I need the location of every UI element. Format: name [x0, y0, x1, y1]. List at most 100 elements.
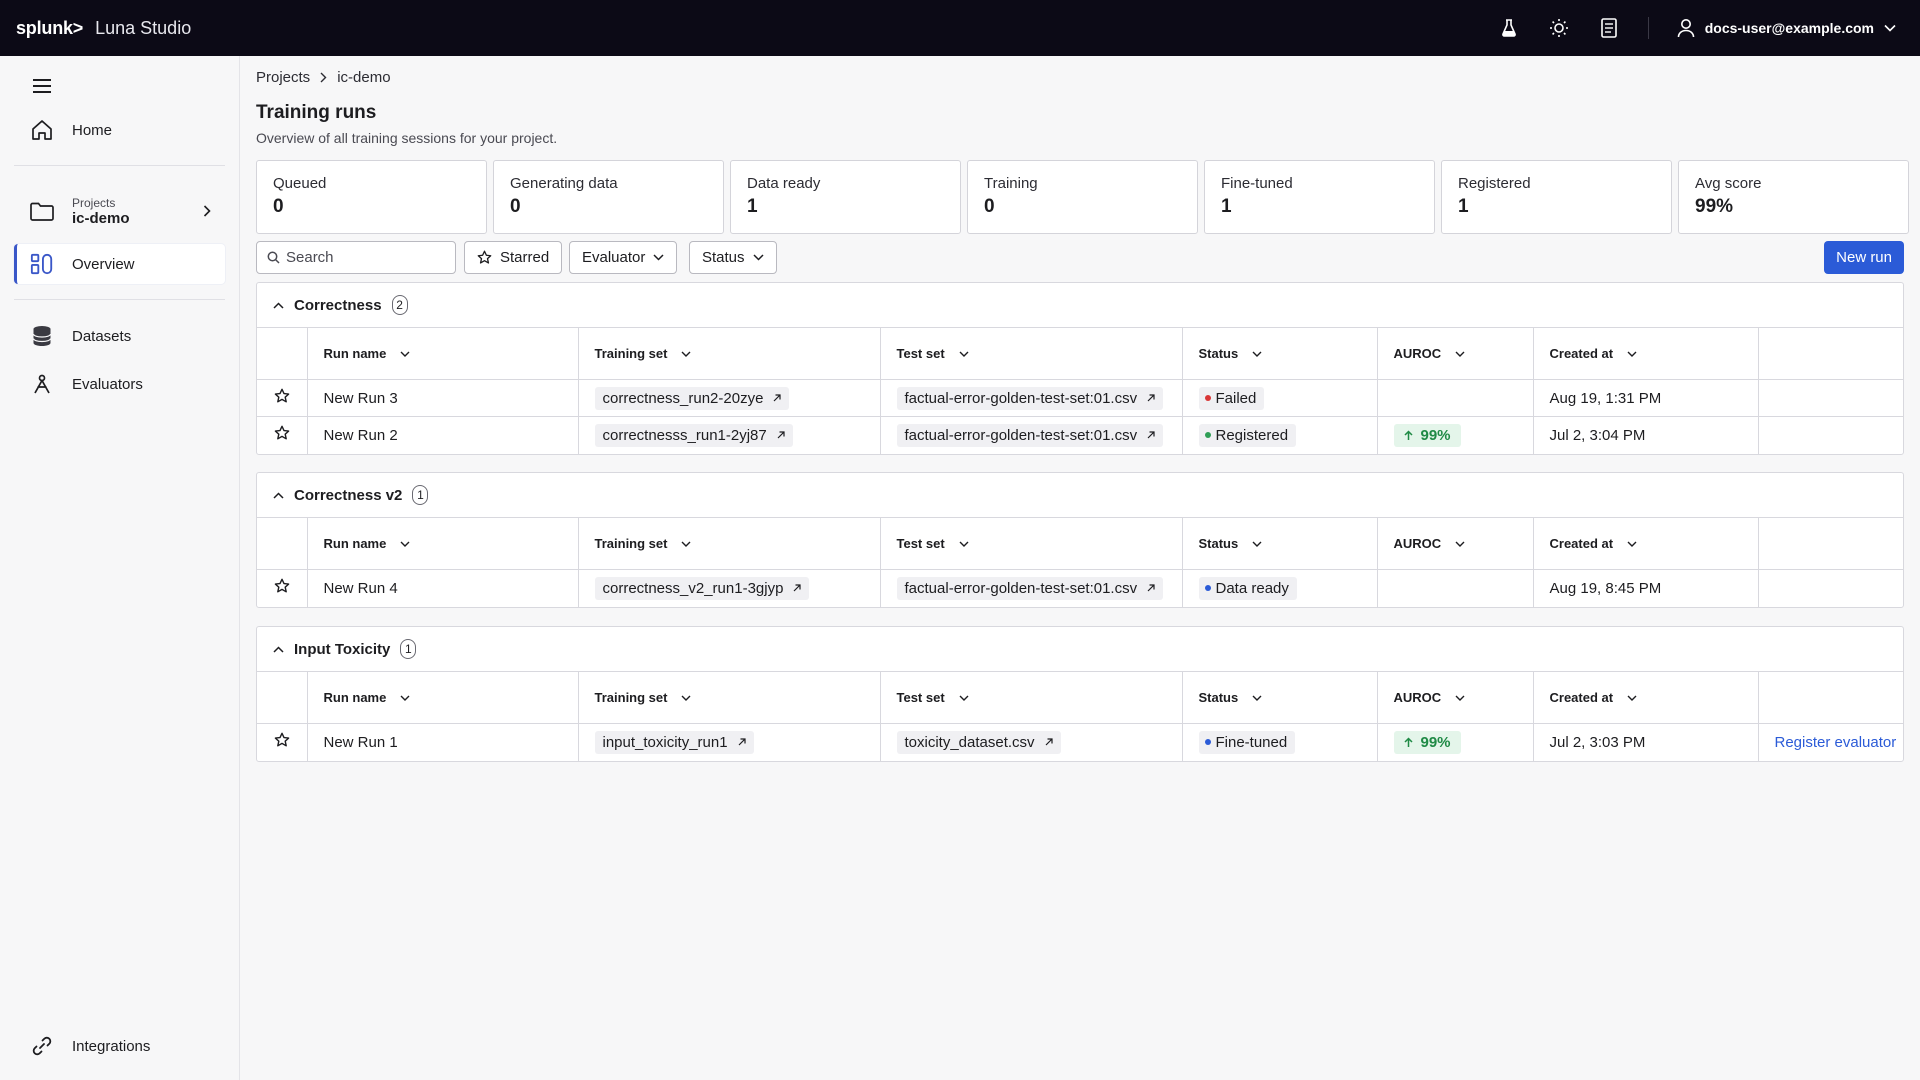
status-label: Fine-tuned: [1215, 733, 1288, 751]
column-header-training-set[interactable]: Training set: [578, 327, 881, 380]
sidebar-item-datasets[interactable]: Datasets: [14, 316, 225, 356]
group-count-badge: 1: [412, 485, 429, 505]
star-cell[interactable]: [257, 379, 308, 417]
group-header[interactable]: Correctness 2: [257, 283, 1903, 327]
chevron-right-icon: [320, 72, 327, 83]
status-filter-dropdown[interactable]: Status: [689, 241, 777, 274]
breadcrumb: Projects ic-demo: [256, 69, 391, 86]
sidebar-item-integrations[interactable]: Integrations: [14, 1026, 225, 1066]
brand-logo[interactable]: splunk>: [16, 18, 83, 39]
group-name: Input Toxicity: [294, 640, 391, 658]
test-set-link[interactable]: factual-error-golden-test-set:01.csv: [896, 423, 1164, 447]
chip-label: factual-error-golden-test-set:01.csv: [904, 426, 1138, 444]
column-header-auroc[interactable]: AUROC: [1377, 517, 1534, 570]
column-header-run-name[interactable]: Run name: [307, 517, 579, 570]
group-header[interactable]: Input Toxicity 1: [257, 627, 1903, 671]
star-cell[interactable]: [257, 569, 308, 607]
column-label: AUROC: [1393, 690, 1442, 705]
top-bar: splunk> Luna Studio docs-user@example.co…: [0, 0, 1920, 56]
column-label: Run name: [323, 346, 387, 361]
star-icon[interactable]: [274, 578, 290, 594]
score-value: 99%: [1420, 426, 1451, 444]
training-set-link[interactable]: correctness_v2_run1-3gjyp: [594, 576, 810, 600]
column-header-auroc[interactable]: AUROC: [1377, 671, 1534, 724]
divider: [1647, 17, 1649, 39]
runs-table: Run name Training set Test set Status AU…: [257, 517, 1904, 607]
test-set-link[interactable]: toxicity_dataset.csv: [896, 730, 1061, 754]
sidebar-item-label: Datasets: [72, 327, 132, 345]
star-cell[interactable]: [257, 723, 308, 761]
column-header-created-at[interactable]: Created at: [1533, 327, 1759, 380]
run-name-cell[interactable]: New Run 1: [307, 723, 579, 761]
table-row[interactable]: New Run 4 correctness_v2_run1-3gjyp fact…: [257, 569, 1904, 607]
column-label: Test set: [896, 690, 945, 705]
external-link-icon: [777, 431, 785, 439]
table-header-row: Run name Training set Test set Status AU…: [257, 671, 1904, 724]
star-icon[interactable]: [274, 388, 290, 404]
column-header-created-at[interactable]: Created at: [1533, 671, 1759, 724]
column-header-test-set[interactable]: Test set: [880, 517, 1183, 570]
stat-label: Fine-tuned: [1221, 175, 1293, 192]
sidebar-item-home[interactable]: Home: [14, 110, 225, 150]
run-name-cell[interactable]: New Run 2: [307, 416, 579, 454]
training-set-link[interactable]: correctness_run2-20zye: [594, 386, 790, 410]
runs-table: Run name Training set Test set Status AU…: [257, 671, 1904, 761]
breadcrumb-projects-link[interactable]: Projects: [256, 69, 310, 86]
sidebar-item-label: Home: [72, 121, 113, 139]
chip-label: toxicity_dataset.csv: [904, 733, 1035, 751]
column-label: Training set: [594, 346, 668, 361]
starred-filter-button[interactable]: Starred: [464, 241, 563, 274]
document-icon[interactable]: [1598, 17, 1620, 39]
test-set-link[interactable]: factual-error-golden-test-set:01.csv: [896, 576, 1164, 600]
new-run-button[interactable]: New run: [1824, 241, 1904, 274]
status-dot: [1204, 432, 1211, 439]
search-input[interactable]: [286, 249, 446, 266]
hamburger-menu-icon[interactable]: [30, 74, 54, 98]
run-name-cell[interactable]: New Run 3: [307, 379, 579, 417]
table-row[interactable]: New Run 2 correctnesss_run1-2yj87 factua…: [257, 416, 1904, 454]
training-set-link[interactable]: input_toxicity_run1: [594, 730, 754, 754]
column-header-training-set[interactable]: Training set: [578, 671, 881, 724]
column-header-run-name[interactable]: Run name: [307, 327, 579, 380]
sidebar-item-evaluators[interactable]: Evaluators: [14, 364, 225, 404]
external-link-icon: [1147, 431, 1155, 439]
evaluator-filter-dropdown[interactable]: Evaluator: [569, 241, 678, 274]
chevron-down-icon: [681, 541, 691, 547]
column-header-training-set[interactable]: Training set: [578, 517, 881, 570]
star-icon[interactable]: [274, 732, 290, 748]
column-header-status[interactable]: Status: [1182, 327, 1378, 380]
star-icon[interactable]: [274, 425, 290, 441]
column-header-test-set[interactable]: Test set: [880, 671, 1183, 724]
status-badge: Fine-tuned: [1198, 730, 1296, 754]
top-right-actions: docs-user@example.com: [1498, 17, 1904, 39]
column-label: Created at: [1549, 536, 1614, 551]
register-evaluator-link[interactable]: Register evaluator: [1775, 734, 1897, 751]
search-box[interactable]: [256, 241, 456, 274]
column-header-status[interactable]: Status: [1182, 671, 1378, 724]
auroc-cell: 99%: [1377, 723, 1534, 761]
column-header-created-at[interactable]: Created at: [1533, 517, 1759, 570]
status-cell: Failed: [1182, 379, 1378, 417]
star-cell[interactable]: [257, 416, 308, 454]
flask-icon[interactable]: [1498, 17, 1520, 39]
column-header-run-name[interactable]: Run name: [307, 671, 579, 724]
created-at-cell: Aug 19, 8:45 PM: [1533, 569, 1759, 607]
table-row[interactable]: New Run 3 correctness_run2-20zye factual…: [257, 379, 1904, 417]
table-row[interactable]: New Run 1 input_toxicity_run1 toxicity_d…: [257, 723, 1904, 761]
sidebar-item-project[interactable]: Projects ic-demo: [14, 184, 225, 240]
run-name-cell[interactable]: New Run 4: [307, 569, 579, 607]
run-group-correctness-v2: Correctness v2 1 Run name Training set T…: [256, 472, 1904, 608]
column-header-auroc[interactable]: AUROC: [1377, 327, 1534, 380]
table-header-row: Run name Training set Test set Status AU…: [257, 327, 1904, 380]
chip-label: correctness_run2-20zye: [602, 389, 764, 407]
user-menu[interactable]: docs-user@example.com: [1677, 18, 1896, 38]
sidebar-item-overview[interactable]: Overview: [14, 244, 225, 284]
training-set-link[interactable]: correctnesss_run1-2yj87: [594, 423, 793, 447]
column-header-test-set[interactable]: Test set: [880, 327, 1183, 380]
column-header-status[interactable]: Status: [1182, 517, 1378, 570]
column-header-actions: [1758, 671, 1904, 724]
test-set-link[interactable]: factual-error-golden-test-set:01.csv: [896, 386, 1164, 410]
folder-icon: [30, 200, 54, 224]
group-header[interactable]: Correctness v2 1: [257, 473, 1903, 517]
sun-icon[interactable]: [1548, 17, 1570, 39]
